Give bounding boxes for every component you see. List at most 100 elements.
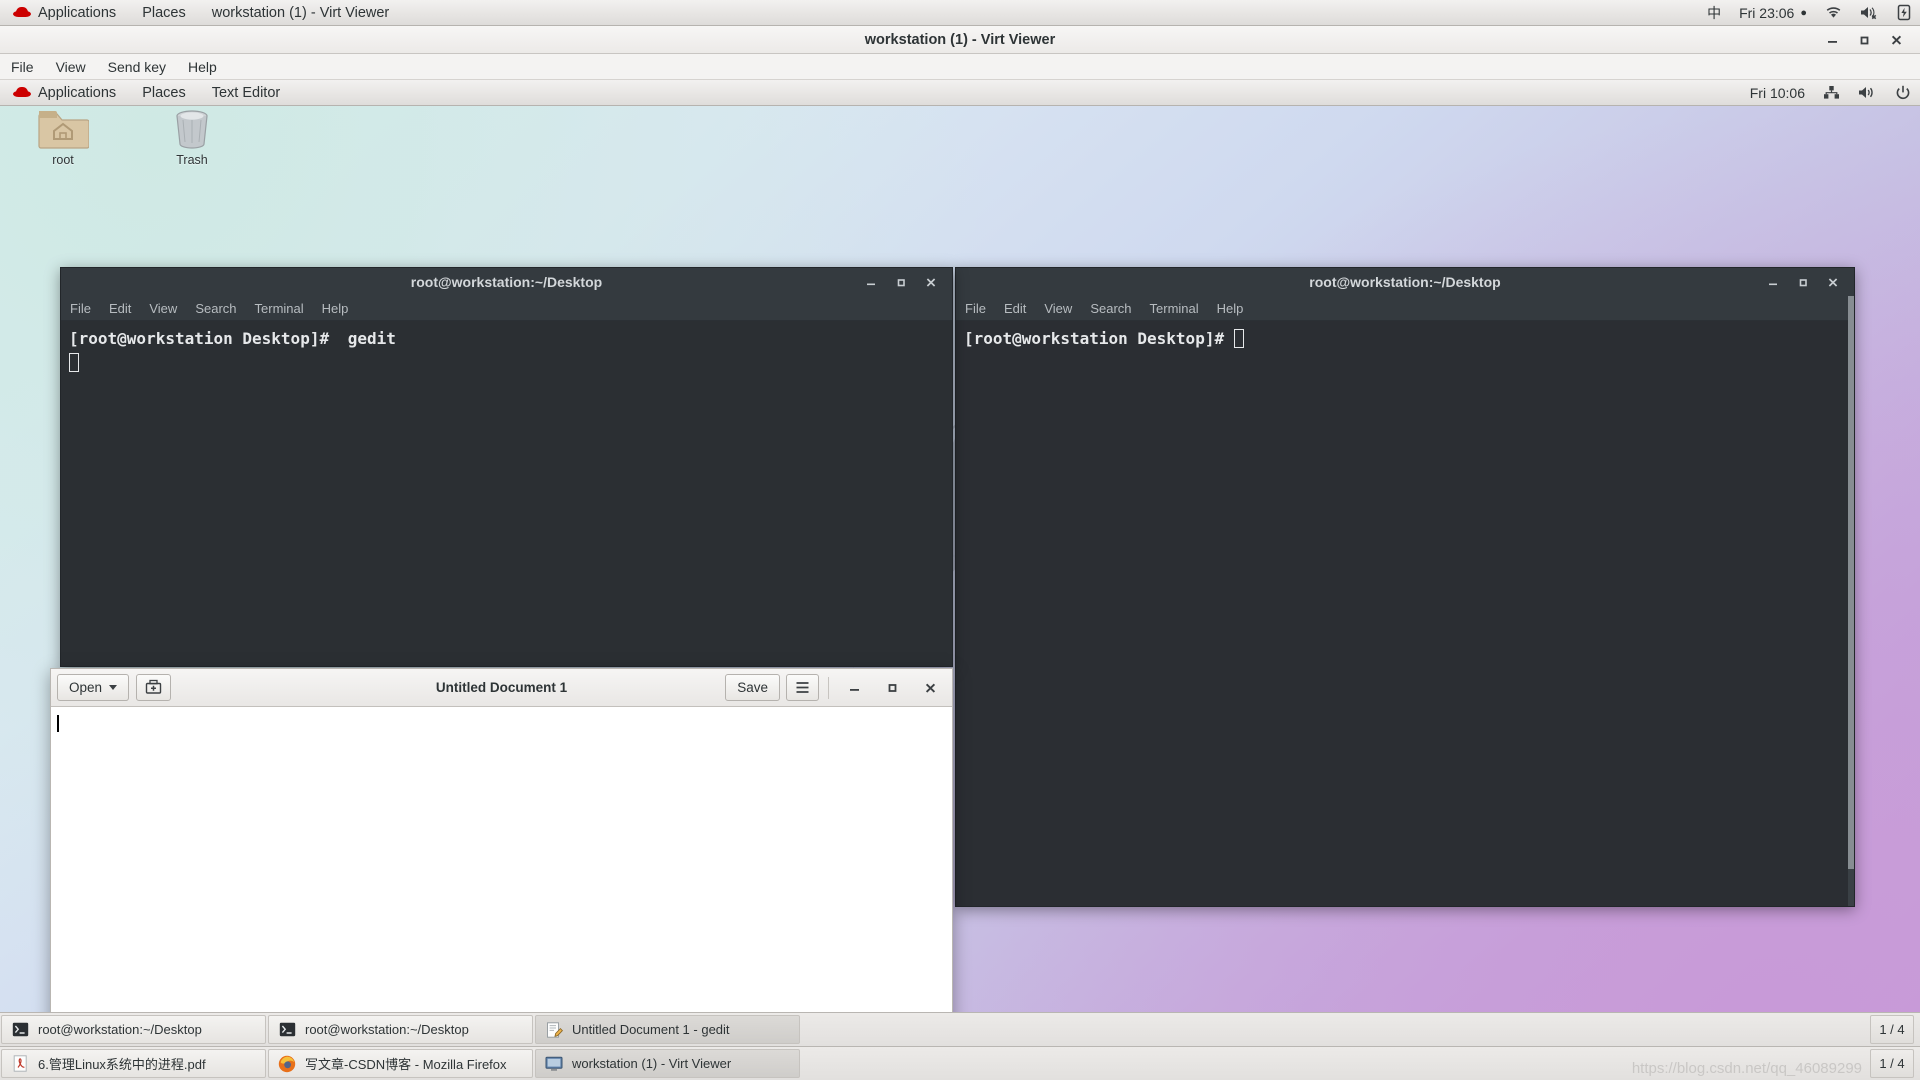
workspace-indicator-label: 1 / 4 [1879, 1056, 1904, 1071]
taskbar-item-pdf[interactable]: 6.管理Linux系统中的进程.pdf [1, 1049, 266, 1078]
minimize-button[interactable] [1816, 27, 1848, 53]
menu-file-label: File [965, 301, 986, 316]
redhat-logo-icon [13, 86, 31, 99]
close-button[interactable] [916, 269, 946, 295]
menu-file[interactable]: File [0, 54, 45, 80]
menu-view[interactable]: View [1035, 296, 1081, 321]
menu-terminal[interactable]: Terminal [1141, 296, 1208, 321]
volume-muted-icon[interactable] [1851, 0, 1888, 26]
taskbar-item-gedit[interactable]: Untitled Document 1 - gedit [535, 1015, 800, 1044]
menu-file[interactable]: File [61, 296, 100, 321]
terminal-cursor [1234, 329, 1244, 348]
new-document-button[interactable] [136, 674, 171, 701]
terminal-right-scrollbar[interactable] [1848, 296, 1854, 906]
terminal-right-output[interactable]: [root@workstation Desktop]# [956, 321, 1854, 906]
input-method-label: 中 [1707, 3, 1721, 23]
taskbar-item-label: Untitled Document 1 - gedit [572, 1022, 730, 1037]
volume-icon[interactable] [1849, 80, 1886, 106]
terminal-right-prompt: [root@workstation Desktop]# [964, 329, 1224, 348]
redhat-logo-icon [13, 6, 31, 19]
menu-help[interactable]: Help [1208, 296, 1253, 321]
text-cursor [57, 715, 59, 732]
virt-viewer-window-controls [1816, 26, 1912, 54]
host-window-title-label: workstation (1) - Virt Viewer [212, 5, 390, 21]
menu-send-key-label: Send key [108, 59, 166, 75]
menu-help[interactable]: Help [313, 296, 358, 321]
taskbar-item-label: 6.管理Linux系统中的进程.pdf [38, 1054, 206, 1073]
terminal-left-output[interactable]: [root@workstation Desktop]# gedit [61, 321, 952, 666]
maximize-button[interactable] [1848, 27, 1880, 53]
host-clock[interactable]: Fri 23:06 ● [1730, 0, 1816, 26]
menu-search-label: Search [195, 301, 236, 316]
desktop-icon-root-label: root [18, 153, 108, 167]
menu-search[interactable]: Search [186, 296, 245, 321]
taskbar-item-label: 写文章-CSDN博客 - Mozilla Firefox [305, 1054, 507, 1073]
taskbar-item-label: root@workstation:~/Desktop [38, 1022, 202, 1037]
host-applications-menu[interactable]: Applications [0, 0, 129, 26]
terminal-right-titlebar[interactable]: root@workstation:~/Desktop [956, 268, 1854, 296]
virt-viewer-titlebar[interactable]: workstation (1) - Virt Viewer [0, 26, 1920, 54]
open-button[interactable]: Open [57, 674, 129, 701]
guest-places-menu[interactable]: Places [129, 80, 199, 106]
header-separator [828, 677, 829, 699]
workspace-switcher-row2[interactable]: 1 / 4 [1870, 1049, 1914, 1078]
desktop-icon-root[interactable]: root [18, 98, 108, 167]
host-places-menu[interactable]: Places [129, 0, 199, 26]
virt-viewer-window: workstation (1) - Virt Viewer File View … [0, 26, 1920, 1080]
taskbar-item-terminal-1[interactable]: root@workstation:~/Desktop [1, 1015, 266, 1044]
host-clock-label: Fri 23:06 [1739, 5, 1794, 21]
terminal-cursor [69, 353, 79, 372]
taskbar-item-terminal-2[interactable]: root@workstation:~/Desktop [268, 1015, 533, 1044]
network-icon[interactable] [1814, 80, 1849, 106]
minimize-button[interactable] [856, 269, 886, 295]
terminal-right-menubar: File Edit View Search Terminal Help [956, 296, 1854, 321]
menu-search[interactable]: Search [1081, 296, 1140, 321]
input-method-indicator[interactable]: 中 [1698, 0, 1730, 26]
menu-file[interactable]: File [956, 296, 995, 321]
gedit-header-right: Save [725, 674, 946, 701]
scrollbar-thumb[interactable] [1848, 296, 1854, 869]
minimize-button[interactable] [1758, 269, 1788, 295]
close-button[interactable] [1818, 269, 1848, 295]
host-taskbar: root@workstation:~/Desktop root@workstat… [0, 1012, 1920, 1080]
maximize-button[interactable] [1788, 269, 1818, 295]
terminal-left-titlebar[interactable]: root@workstation:~/Desktop [61, 268, 952, 296]
close-button[interactable] [1880, 27, 1912, 53]
desktop-icon-trash[interactable]: Trash [147, 98, 237, 167]
save-button-label: Save [737, 680, 768, 695]
menu-view[interactable]: View [45, 54, 97, 80]
terminal-left-command: gedit [348, 329, 396, 348]
guest-applications-menu[interactable]: Applications [0, 80, 129, 106]
save-button[interactable]: Save [725, 674, 780, 701]
guest-clock[interactable]: Fri 10:06 [1741, 80, 1814, 106]
taskbar-item-firefox[interactable]: 写文章-CSDN博客 - Mozilla Firefox [268, 1049, 533, 1078]
hamburger-menu-icon [795, 681, 810, 694]
host-window-title[interactable]: workstation (1) - Virt Viewer [199, 0, 403, 26]
minimize-button[interactable] [838, 675, 870, 701]
battery-charging-icon[interactable] [1888, 0, 1920, 26]
hamburger-menu-button[interactable] [786, 674, 819, 701]
taskbar-item-virt-viewer[interactable]: workstation (1) - Virt Viewer [535, 1049, 800, 1078]
close-button[interactable] [914, 675, 946, 701]
menu-help[interactable]: Help [177, 54, 228, 80]
gedit-headerbar[interactable]: Untitled Document 1 Open [51, 669, 952, 707]
menu-terminal[interactable]: Terminal [246, 296, 313, 321]
maximize-button[interactable] [886, 269, 916, 295]
workspace-switcher-row1[interactable]: 1 / 4 [1870, 1015, 1914, 1044]
taskbar-item-label: root@workstation:~/Desktop [305, 1022, 469, 1037]
maximize-button[interactable] [876, 675, 908, 701]
menu-view[interactable]: View [140, 296, 186, 321]
menu-help-label: Help [1217, 301, 1244, 316]
menu-file-label: File [70, 301, 91, 316]
menu-file-label: File [11, 59, 34, 75]
menu-edit[interactable]: Edit [995, 296, 1035, 321]
notification-dot-icon: ● [1800, 7, 1807, 19]
menu-send-key[interactable]: Send key [97, 54, 177, 80]
terminal-left-title: root@workstation:~/Desktop [411, 274, 602, 290]
guest-text-editor-menu[interactable]: Text Editor [199, 80, 294, 106]
power-icon[interactable] [1886, 80, 1920, 106]
pdf-icon [10, 1054, 30, 1074]
menu-edit[interactable]: Edit [100, 296, 140, 321]
wifi-icon[interactable] [1816, 0, 1851, 26]
host-top-panel: Applications Places workstation (1) - Vi… [0, 0, 1920, 26]
